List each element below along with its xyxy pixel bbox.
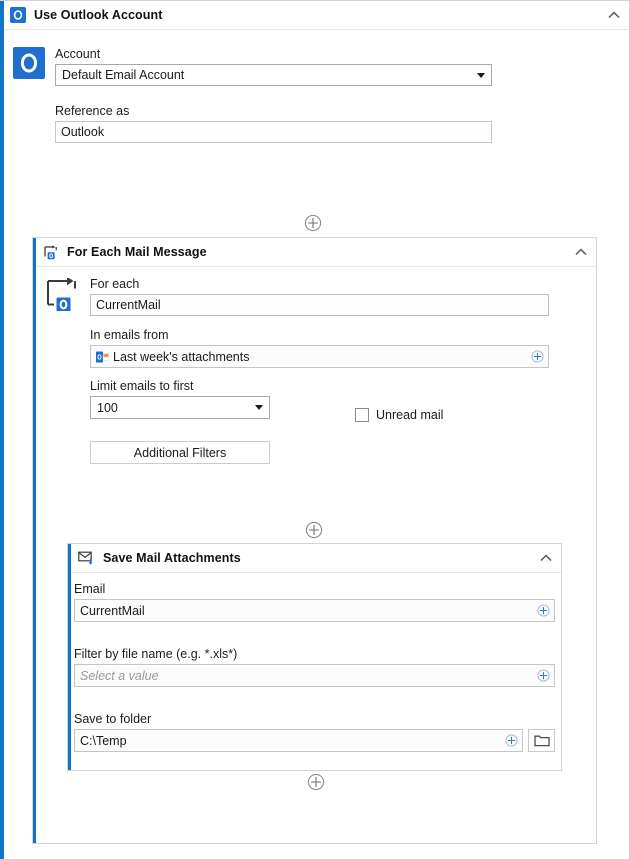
email-label: Email — [74, 582, 106, 596]
chevron-up-icon[interactable] — [539, 551, 553, 565]
circle-plus-icon — [505, 734, 518, 747]
use-outlook-account-title: Use Outlook Account — [34, 8, 163, 22]
reference-as-value: Outlook — [61, 125, 105, 139]
filter-by-file-name-input[interactable]: Select a value — [74, 664, 555, 687]
add-action-after-account-button[interactable] — [0, 214, 626, 232]
insert-variable-button[interactable] — [537, 669, 550, 682]
insert-variable-button[interactable] — [531, 350, 544, 363]
account-label: Account — [55, 47, 101, 61]
browse-folder-button[interactable] — [528, 729, 555, 752]
email-value: CurrentMail — [80, 603, 145, 618]
for-each-variable-input[interactable]: CurrentMail — [90, 294, 549, 316]
in-emails-from-value: Last week's attachments — [113, 349, 250, 364]
unread-mail-label: Unread mail — [376, 408, 444, 422]
account-value: Default Email Account — [62, 68, 185, 82]
reference-as-label: Reference as — [55, 104, 130, 118]
chevron-up-icon[interactable] — [607, 8, 621, 22]
limit-emails-value: 100 — [97, 400, 118, 415]
circle-plus-icon — [537, 604, 550, 617]
filter-by-file-name-placeholder: Select a value — [80, 668, 159, 683]
for-each-loop-icon — [43, 244, 59, 260]
action-accent-bar — [0, 1, 4, 859]
mail-download-icon — [78, 551, 95, 566]
folder-icon — [533, 735, 550, 747]
additional-filters-button[interactable]: Additional Filters — [90, 441, 270, 464]
add-action-after-save-button[interactable] — [35, 773, 597, 791]
circle-plus-icon — [305, 521, 323, 539]
save-to-folder-value: C:\Temp — [80, 733, 127, 748]
chevron-up-icon[interactable] — [574, 245, 588, 259]
insert-variable-button[interactable] — [537, 604, 550, 617]
save-mail-attachments-title: Save Mail Attachments — [103, 551, 241, 565]
for-each-label: For each — [90, 277, 140, 291]
circle-plus-icon — [531, 350, 544, 363]
loop-accent-bar — [33, 238, 36, 843]
in-emails-from-label: In emails from — [90, 328, 169, 342]
limit-emails-select[interactable]: 100 — [90, 396, 270, 419]
for-each-mail-message-header[interactable]: For Each Mail Message — [33, 238, 596, 267]
save-to-folder-input[interactable]: C:\Temp — [74, 729, 523, 752]
outlook-folder-icon — [96, 351, 109, 363]
filter-by-file-name-label: Filter by file name (e.g. *.xls*) — [74, 647, 238, 661]
chevron-down-icon[interactable] — [477, 72, 485, 78]
add-action-inside-loop-button[interactable] — [33, 521, 595, 539]
additional-filters-label: Additional Filters — [133, 445, 227, 460]
limit-emails-label: Limit emails to first — [90, 379, 194, 393]
for-each-variable-value: CurrentMail — [96, 298, 161, 312]
unread-mail-checkbox[interactable] — [355, 408, 369, 422]
insert-variable-button[interactable] — [505, 734, 518, 747]
outlook-large-icon — [13, 47, 45, 79]
for-each-mail-message-title: For Each Mail Message — [67, 245, 207, 259]
save-mail-attachments-header[interactable]: Save Mail Attachments — [68, 544, 561, 573]
save-to-folder-label: Save to folder — [74, 712, 152, 726]
circle-plus-icon — [307, 773, 325, 791]
circle-plus-icon — [304, 214, 322, 232]
email-input[interactable]: CurrentMail — [74, 599, 555, 622]
chevron-down-icon[interactable] — [255, 405, 263, 410]
save-accent-bar — [68, 544, 71, 770]
for-each-loop-glyph — [45, 276, 79, 314]
account-select[interactable]: Default Email Account — [55, 64, 492, 86]
in-emails-from-input[interactable]: Last week's attachments — [90, 345, 549, 368]
unread-mail-checkbox-row[interactable]: Unread mail — [355, 408, 443, 422]
save-mail-attachments-action[interactable]: Save Mail Attachments Email CurrentMail … — [67, 543, 562, 771]
reference-as-input[interactable]: Outlook — [55, 121, 492, 143]
use-outlook-account-header[interactable]: Use Outlook Account — [0, 1, 629, 30]
circle-plus-icon — [537, 669, 550, 682]
outlook-icon — [10, 7, 26, 23]
